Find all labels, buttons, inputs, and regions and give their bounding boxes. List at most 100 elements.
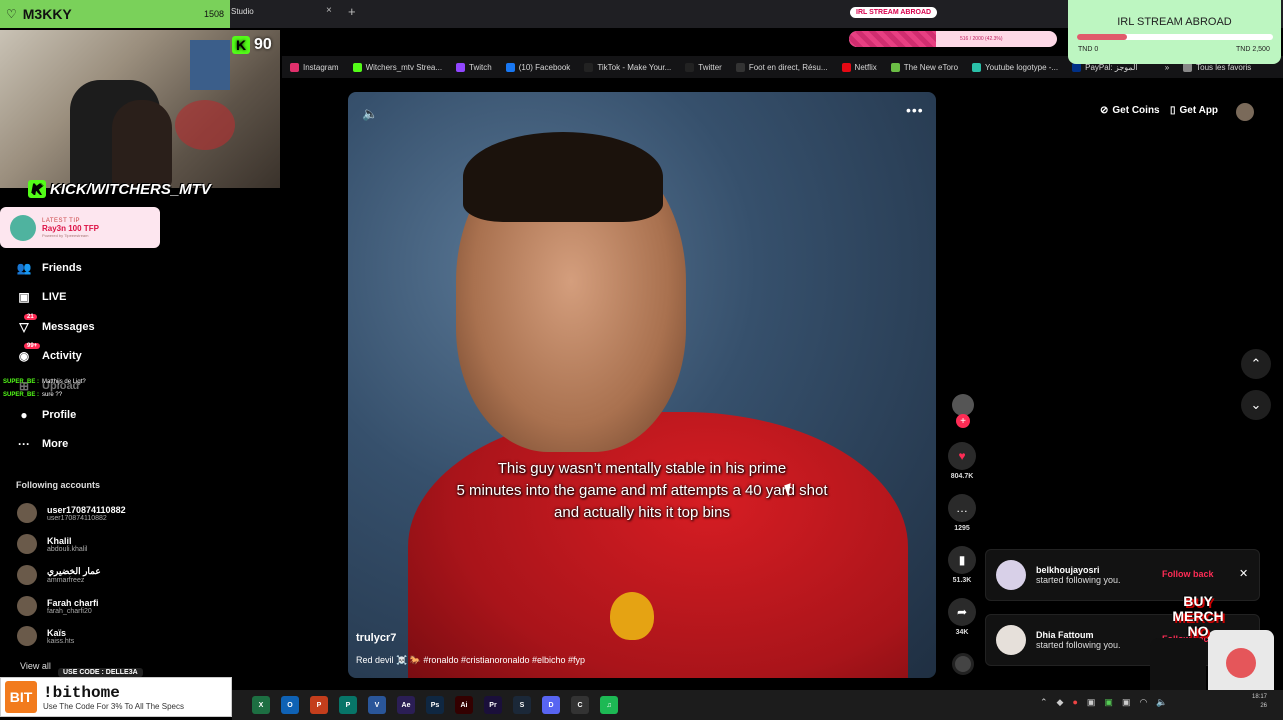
taskbar-app-icon[interactable]: Ae bbox=[397, 696, 415, 714]
chat-username: SUPER_BE : bbox=[3, 379, 40, 385]
sound-disc[interactable] bbox=[952, 653, 974, 675]
following-account-item[interactable]: Khalil abdouli.khalil bbox=[17, 534, 87, 554]
video-frame-hair bbox=[463, 132, 663, 222]
taskbar-app-icon[interactable]: ♫ bbox=[600, 696, 618, 714]
viewer-count: 90 bbox=[254, 36, 272, 53]
bookmark-item[interactable]: Twitter bbox=[685, 62, 722, 72]
mic-icon[interactable]: ● bbox=[1072, 697, 1077, 708]
bookmark-item[interactable]: (10) Facebook bbox=[505, 62, 571, 72]
taskbar-app-icon[interactable]: P bbox=[339, 696, 357, 714]
donation-progress-text: 516 / 2000 (42.3%) bbox=[960, 36, 1003, 42]
tray-app-icon[interactable]: ▣ bbox=[1104, 697, 1113, 708]
kick-handle: K KICK/WITCHERS_MTV bbox=[28, 180, 211, 198]
video-author[interactable]: trulycr7 bbox=[356, 632, 396, 644]
heart-icon[interactable]: ♥ bbox=[948, 442, 976, 470]
account-name: عمار الخضيري bbox=[47, 566, 101, 576]
volume-icon[interactable]: 🔈 bbox=[362, 106, 378, 122]
taskbar-app-icon[interactable]: D bbox=[542, 696, 560, 714]
taskbar-app-icon[interactable]: P bbox=[310, 696, 328, 714]
bookmark-icon[interactable]: ▮ bbox=[948, 546, 976, 574]
new-tab-icon[interactable]: + bbox=[348, 4, 356, 19]
bookmark-item[interactable]: Instagram bbox=[290, 62, 339, 72]
share-icon[interactable]: ➦ bbox=[948, 598, 976, 626]
bookmark-item[interactable]: Netflix bbox=[841, 62, 877, 72]
tray-app-icon[interactable]: ▣ bbox=[1087, 697, 1096, 708]
account-handle: user170874110882 bbox=[47, 514, 107, 522]
tab-studio[interactable]: Studio bbox=[231, 7, 254, 16]
previous-video-button[interactable]: ⌃ bbox=[1241, 349, 1271, 379]
next-video-button[interactable]: ⌄ bbox=[1241, 390, 1271, 420]
following-account-item[interactable]: Farah charfi farah_charfi20 bbox=[17, 596, 99, 616]
promo-code: USE CODE : DELLE3A bbox=[58, 668, 143, 677]
following-account-item[interactable]: Kaïs kaiss.hts bbox=[17, 626, 74, 646]
activity-icon-glyph: ◉ bbox=[18, 349, 30, 363]
sidebar-item-messages[interactable]: ▽ 21 Messages bbox=[16, 314, 95, 334]
bookmark-item[interactable]: Witchers_mtv Strea... bbox=[352, 62, 443, 72]
taskbar-app-icon[interactable]: S bbox=[513, 696, 531, 714]
donation-progress-fill bbox=[849, 31, 937, 47]
irl-goal-fill bbox=[1077, 34, 1127, 40]
comment-icon[interactable]: … bbox=[948, 494, 976, 522]
system-clock[interactable]: 18:17 26 bbox=[1252, 693, 1267, 711]
share-action[interactable]: ➦ 34K bbox=[948, 598, 976, 636]
chevron-down-icon: ⌄ bbox=[1250, 397, 1262, 412]
bookmark-item[interactable]: TikTok - Make Your... bbox=[584, 62, 671, 72]
notification-user: belkhoujayosri bbox=[1036, 565, 1100, 575]
taskbar-app-icon[interactable]: C bbox=[571, 696, 589, 714]
taskbar-app-icon[interactable]: X bbox=[252, 696, 270, 714]
friends-icon-glyph: 👥 bbox=[16, 261, 32, 275]
save-action[interactable]: ▮ 51.3K bbox=[948, 546, 976, 584]
taskbar-app-icon[interactable]: O bbox=[281, 696, 299, 714]
system-tray: ⌃ ◆ ● ▣ ▣ ▣ ◠ 🔈 bbox=[1040, 697, 1168, 708]
tray-app-icon[interactable]: ▣ bbox=[1122, 697, 1131, 708]
follow-plus-icon[interactable]: + bbox=[956, 414, 970, 428]
kick-logo-icon: K bbox=[232, 36, 250, 54]
bookmark-item[interactable]: Twitch bbox=[456, 62, 492, 72]
bookmark-item[interactable]: The New eToro bbox=[890, 62, 958, 72]
sidebar-item-friends[interactable]: 👥 Friends bbox=[16, 261, 82, 275]
taskbar-app-icon[interactable]: Pr bbox=[484, 696, 502, 714]
tab-close-icon[interactable]: × bbox=[326, 5, 332, 16]
sidebar-item-live[interactable]: ▣ LIVE bbox=[16, 290, 66, 304]
bookmark-label: Witchers_mtv Strea... bbox=[365, 62, 443, 72]
user-avatar[interactable] bbox=[1236, 103, 1254, 121]
taskbar-app-icon[interactable]: Ps bbox=[426, 696, 444, 714]
following-account-item[interactable]: عمار الخضيري ammarfreez bbox=[17, 565, 101, 585]
kick-handle-text: KICK/WITCHERS_MTV bbox=[50, 180, 211, 198]
video-player[interactable]: 🔈 ••• This guy wasn’t mentally stable in… bbox=[348, 92, 936, 678]
profile-icon: ● bbox=[16, 408, 32, 422]
tip-text: Ray3n 100 TFP bbox=[42, 223, 99, 233]
get-coins-button[interactable]: ⊘ Get Coins bbox=[1100, 105, 1160, 116]
sidebar-item-activity[interactable]: ◉ 99+ Activity bbox=[16, 343, 82, 363]
bookmark-item[interactable]: Youtube logotype -... bbox=[972, 62, 1058, 72]
creator-avatar[interactable] bbox=[952, 394, 974, 416]
taskbar-app-icon[interactable]: V bbox=[368, 696, 386, 714]
follow-back-button[interactable]: Follow back bbox=[1162, 569, 1214, 579]
sidebar-item-profile[interactable]: ● Profile bbox=[16, 408, 76, 422]
more-options-icon[interactable]: ••• bbox=[906, 102, 924, 118]
chat-username: SUPER_BE : bbox=[3, 392, 40, 398]
more-icon-glyph: ··· bbox=[18, 437, 30, 451]
sidebar-item-more[interactable]: ··· More bbox=[16, 437, 68, 451]
discord-tray-icon[interactable]: ◆ bbox=[1057, 697, 1064, 708]
chevron-up-icon[interactable]: ⌃ bbox=[1040, 697, 1048, 708]
wifi-icon[interactable]: ◠ bbox=[1139, 697, 1147, 708]
speaker-icon[interactable]: 🔈 bbox=[1156, 697, 1167, 708]
irl-goal-max: TND 2,500 bbox=[1236, 46, 1270, 53]
comment-action[interactable]: … 1295 bbox=[948, 494, 976, 532]
promo-banner: BIT !bithome Use The Code For 3% To All … bbox=[0, 677, 232, 717]
get-app-button[interactable]: ▯ Get App bbox=[1170, 105, 1218, 116]
following-account-item[interactable]: user170874110882 user170874110882 bbox=[17, 503, 126, 523]
close-icon[interactable]: ✕ bbox=[1239, 567, 1248, 580]
bookmark-label: (10) Facebook bbox=[518, 62, 571, 72]
like-action[interactable]: ♥ 804.7K bbox=[948, 442, 976, 480]
avatar bbox=[17, 596, 37, 616]
chat-message: SUPER_BE : Matthijs de Ligt? bbox=[3, 376, 86, 389]
tip-powered: Powered by Tipeeestream bbox=[42, 232, 89, 238]
following-accounts-title: Following accounts bbox=[16, 480, 101, 490]
tip-avatar bbox=[10, 214, 36, 241]
taskbar-app-icon[interactable]: Ai bbox=[455, 696, 473, 714]
bookmark-item[interactable]: Foot en direct, Résu... bbox=[735, 62, 828, 72]
live-icon-glyph: ▣ bbox=[18, 290, 30, 304]
view-all-link[interactable]: View all bbox=[20, 661, 51, 671]
